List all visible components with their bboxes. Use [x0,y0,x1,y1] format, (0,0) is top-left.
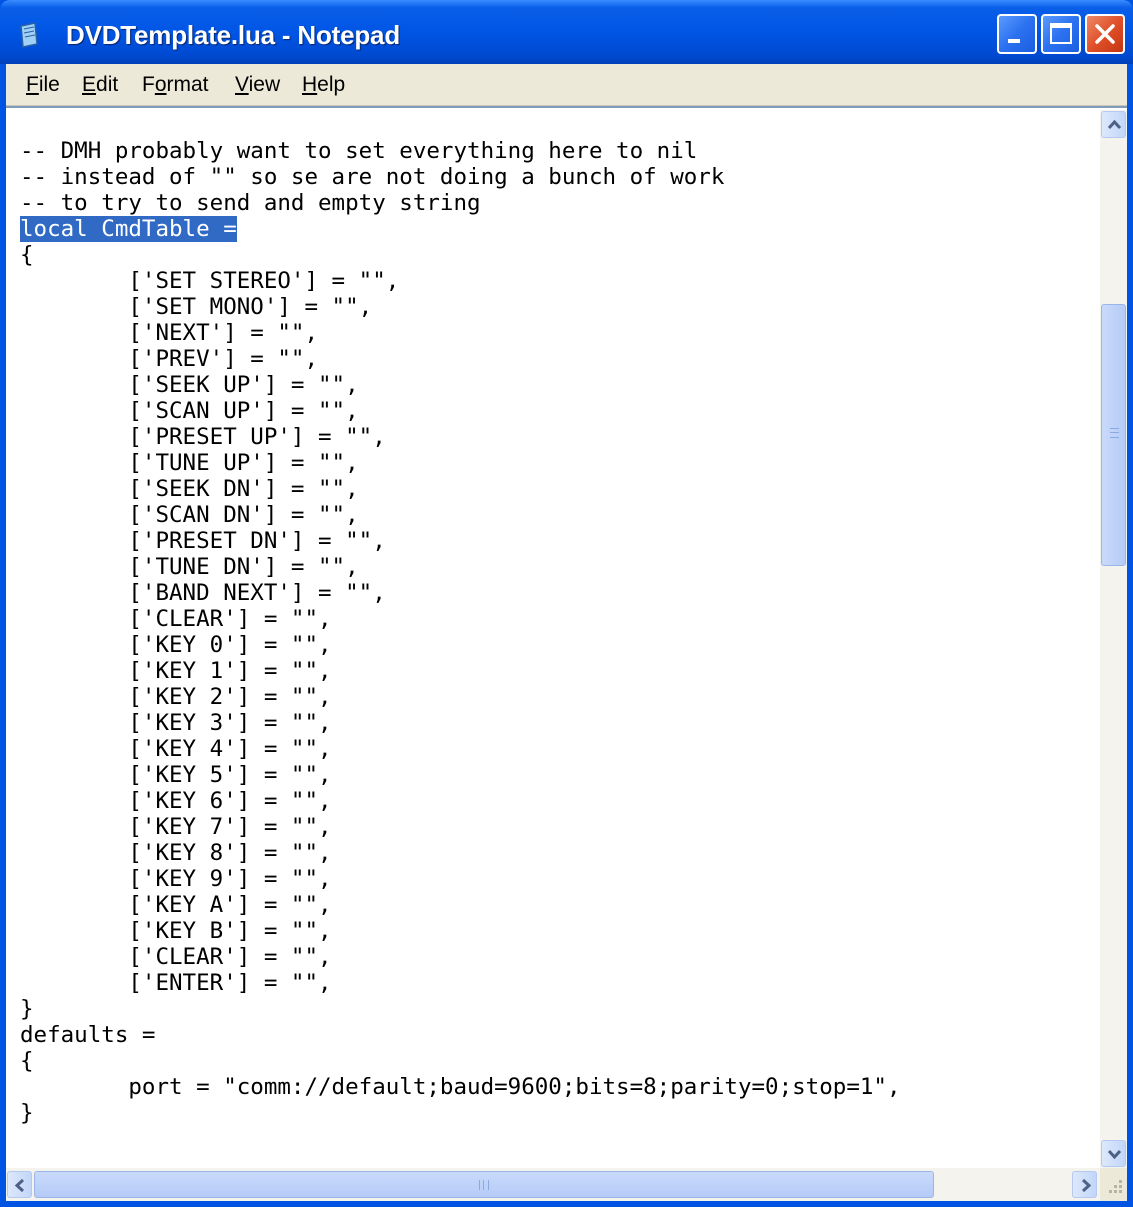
menu-help[interactable]: Help [302,73,345,97]
text-line[interactable]: -- to try to send and empty string [20,190,1100,216]
text-line[interactable]: ['ENTER'] = "", [20,970,1100,996]
text-line[interactable]: ['PRESET UP'] = "", [20,424,1100,450]
text-line[interactable]: ['KEY 0'] = "", [20,632,1100,658]
grip-lines [479,1180,489,1190]
text-line[interactable]: ['CLEAR'] = "", [20,944,1100,970]
maximize-icon [1050,23,1072,44]
text-line[interactable]: } [20,1100,1100,1126]
text-line[interactable]: ['KEY 4'] = "", [20,736,1100,762]
arrow-right-icon [1081,1178,1092,1193]
arrow-up-icon [1107,119,1122,130]
grip-lines [1110,428,1119,438]
menu-format[interactable]: Format [142,73,209,97]
text-line[interactable]: ['TUNE UP'] = "", [20,450,1100,476]
menu-file[interactable]: File [26,73,60,97]
text-line[interactable]: ['PREV'] = "", [20,346,1100,372]
text-line[interactable]: ['KEY 2'] = "", [20,684,1100,710]
notepad-window: DVDTemplate.lua - Notepad File Edit Form… [0,0,1133,1207]
text-line[interactable]: ['TUNE DN'] = "", [20,554,1100,580]
text-line[interactable]: ['KEY 5'] = "", [20,762,1100,788]
resize-grip[interactable] [1100,1168,1127,1201]
text-line[interactable]: local CmdTable = [20,216,1100,242]
text-line[interactable]: ['KEY 7'] = "", [20,814,1100,840]
text-line[interactable]: ['KEY 1'] = "", [20,658,1100,684]
vertical-scroll-thumb[interactable] [1101,304,1126,566]
text-line[interactable]: ['SEEK UP'] = "", [20,372,1100,398]
window-title: DVDTemplate.lua - Notepad [66,20,401,50]
notepad-icon[interactable] [18,22,40,48]
arrow-left-icon [14,1178,25,1193]
text-editor[interactable]: -- DMH probably want to set everything h… [20,138,1100,1168]
close-button[interactable] [1085,14,1125,54]
text-line[interactable]: ['KEY 6'] = "", [20,788,1100,814]
scroll-down-button[interactable] [1101,1140,1126,1167]
text-line[interactable]: ['BAND NEXT'] = "", [20,580,1100,606]
selected-text[interactable]: local CmdTable = [20,216,237,242]
text-line[interactable]: -- instead of "" so se are not doing a b… [20,164,1100,190]
text-line[interactable]: ['KEY B'] = "", [20,918,1100,944]
horizontal-scroll-thumb[interactable] [34,1171,934,1198]
minimize-icon [1008,39,1020,43]
resize-grip-icon [1109,1180,1122,1193]
scroll-left-button[interactable] [7,1171,32,1198]
maximize-button[interactable] [1041,14,1081,54]
text-line[interactable]: ['KEY 9'] = "", [20,866,1100,892]
text-line[interactable]: ['SET STEREO'] = "", [20,268,1100,294]
text-line[interactable]: ['SEEK DN'] = "", [20,476,1100,502]
menu-bar: File Edit Format View Help [6,64,1127,106]
horizontal-scrollbar[interactable] [6,1168,1100,1201]
text-line[interactable]: ['PRESET DN'] = "", [20,528,1100,554]
text-line[interactable]: ['KEY 8'] = "", [20,840,1100,866]
edit-area[interactable]: -- DMH probably want to set everything h… [6,106,1127,1201]
text-line[interactable]: { [20,1048,1100,1074]
vertical-scrollbar[interactable] [1100,110,1127,1168]
menu-edit[interactable]: Edit [82,73,118,97]
title-bar[interactable]: DVDTemplate.lua - Notepad [0,0,1133,64]
text-line[interactable]: ['SCAN DN'] = "", [20,502,1100,528]
text-line[interactable]: ['CLEAR'] = "", [20,606,1100,632]
text-line[interactable]: } [20,996,1100,1022]
scroll-up-button[interactable] [1101,111,1126,138]
text-line[interactable]: ['SCAN UP'] = "", [20,398,1100,424]
text-line[interactable]: defaults = [20,1022,1100,1048]
menu-view[interactable]: View [235,73,280,97]
text-line[interactable]: port = "comm://default;baud=9600;bits=8;… [20,1074,1100,1100]
text-line[interactable]: ['KEY A'] = "", [20,892,1100,918]
text-line[interactable]: { [20,242,1100,268]
close-icon [1095,24,1115,44]
text-line[interactable]: ['SET MONO'] = "", [20,294,1100,320]
text-line[interactable]: -- DMH probably want to set everything h… [20,138,1100,164]
text-line[interactable]: ['NEXT'] = "", [20,320,1100,346]
minimize-button[interactable] [997,14,1037,54]
text-line[interactable]: ['KEY 3'] = "", [20,710,1100,736]
scroll-right-button[interactable] [1072,1171,1097,1198]
arrow-down-icon [1107,1149,1122,1160]
